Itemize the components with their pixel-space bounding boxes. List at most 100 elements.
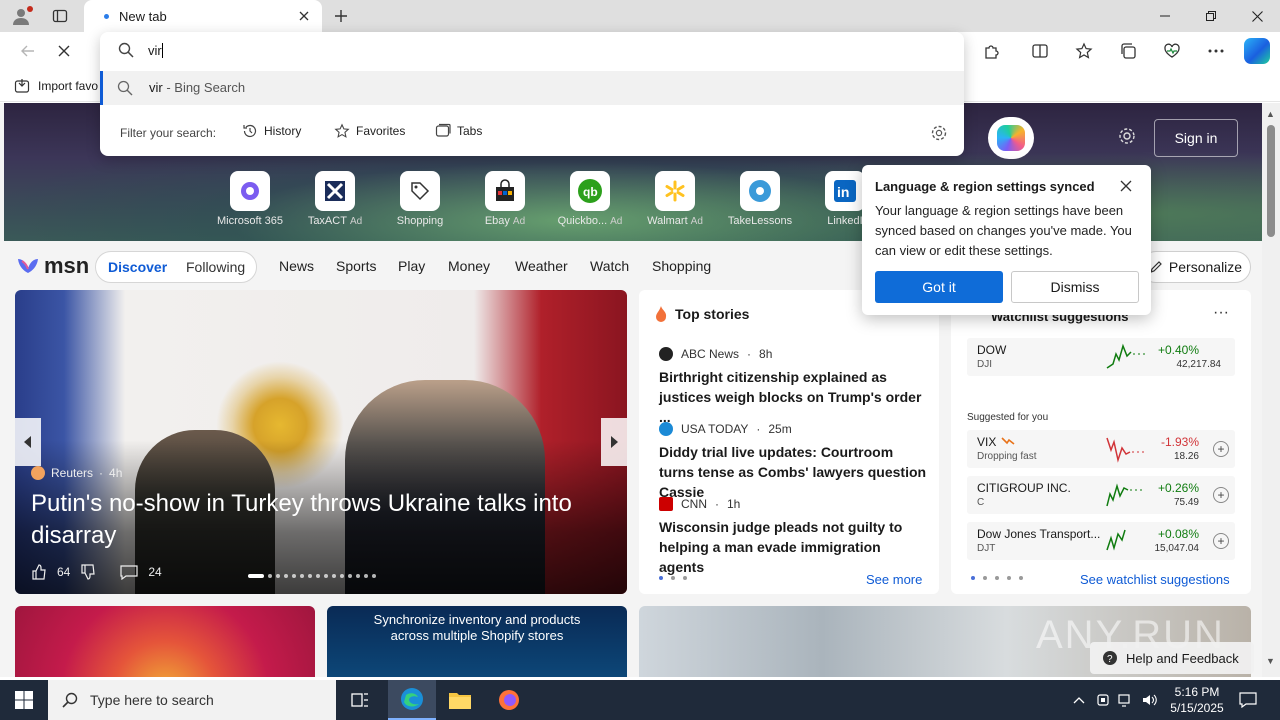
- shortcut-takelessons[interactable]: TakeLessons: [725, 171, 795, 227]
- pagination-dot[interactable]: [300, 574, 304, 578]
- scrollbar-thumb[interactable]: [1267, 125, 1275, 237]
- pagination-dot[interactable]: [372, 574, 376, 578]
- collections-button[interactable]: [1116, 39, 1140, 63]
- filter-favorites[interactable]: Favorites: [334, 123, 405, 139]
- pagination-dot[interactable]: [671, 576, 675, 580]
- pagination-dot[interactable]: [268, 574, 272, 578]
- start-button[interactable]: [0, 680, 48, 720]
- profile-button[interactable]: [8, 4, 34, 28]
- nav-play[interactable]: Play: [398, 258, 425, 274]
- stop-loading-button[interactable]: [52, 39, 76, 63]
- tab-close-button[interactable]: [296, 8, 312, 24]
- scroll-up-arrow-icon[interactable]: ▲: [1266, 109, 1275, 119]
- pagination-dot[interactable]: [983, 576, 987, 580]
- close-window-button[interactable]: [1234, 0, 1280, 32]
- show-hidden-icons-button[interactable]: [1070, 680, 1088, 720]
- see-more-link[interactable]: See more: [866, 572, 922, 587]
- watchlist-row[interactable]: DOW DJI +0.40% 42,217.84: [967, 338, 1235, 376]
- scroll-down-arrow-icon[interactable]: ▼: [1266, 656, 1275, 666]
- help-feedback-button[interactable]: ? Help and Feedback: [1090, 642, 1254, 674]
- watchlist-more-button[interactable]: ···: [1213, 304, 1229, 322]
- add-to-watchlist-button[interactable]: +: [1213, 487, 1229, 503]
- tab-actions-button[interactable]: [48, 5, 72, 27]
- shortcut-taxact[interactable]: TaxACT Ad: [300, 171, 370, 227]
- pagination-dot[interactable]: [364, 574, 368, 578]
- pagination-dot[interactable]: [356, 574, 360, 578]
- nav-weather[interactable]: Weather: [515, 258, 568, 274]
- browser-essentials-button[interactable]: [1160, 39, 1184, 63]
- nav-shopping[interactable]: Shopping: [652, 258, 711, 274]
- split-screen-button[interactable]: [1028, 39, 1052, 63]
- hero-story-card[interactable]: Reuters · 4h Putin's no-show in Turkey t…: [15, 290, 627, 594]
- pagination-dot[interactable]: [292, 574, 296, 578]
- nav-news[interactable]: News: [279, 258, 314, 274]
- comment-icon[interactable]: [120, 564, 138, 580]
- nav-money[interactable]: Money: [448, 258, 490, 274]
- page-scrollbar[interactable]: ▲ ▼: [1262, 103, 1280, 677]
- pagination-dot[interactable]: [316, 574, 320, 578]
- import-favorites-button[interactable]: Import favo: [14, 78, 98, 94]
- story-item[interactable]: ABC News · 8h Birthright citizenship expla…: [659, 347, 929, 427]
- nav-watch[interactable]: Watch: [590, 258, 629, 274]
- restore-button[interactable]: [1188, 0, 1234, 32]
- thumbs-up-icon[interactable]: [31, 564, 47, 580]
- gear-icon[interactable]: [930, 124, 948, 142]
- extensions-button[interactable]: [980, 39, 1004, 63]
- taskbar-search-box[interactable]: Type here to search: [48, 680, 336, 720]
- new-tab-button[interactable]: [330, 5, 352, 27]
- pagination-dot[interactable]: [995, 576, 999, 580]
- taskbar-file-explorer[interactable]: [436, 680, 484, 720]
- watchlist-row[interactable]: CITIGROUP INC. C +0.26% 75.49 +: [967, 476, 1235, 514]
- pagination-dot[interactable]: [276, 574, 280, 578]
- ad-tile-shopify[interactable]: Synchronize inventory and products acros…: [327, 606, 627, 677]
- task-view-button[interactable]: [336, 680, 384, 720]
- taskbar-edge[interactable]: [388, 680, 436, 720]
- tray-network-icon[interactable]: [1116, 680, 1136, 720]
- tray-volume-icon[interactable]: [1140, 680, 1160, 720]
- pagination-dot[interactable]: [683, 576, 687, 580]
- pagination-dot[interactable]: [248, 574, 264, 578]
- favorites-button[interactable]: [1072, 39, 1096, 63]
- got-it-button[interactable]: Got it: [875, 271, 1003, 303]
- tray-device-icon[interactable]: [1094, 680, 1112, 720]
- story-headline[interactable]: Wisconsin judge pleads not guilty to hel…: [659, 517, 929, 577]
- pagination-dot[interactable]: [659, 576, 663, 580]
- pagination-dot[interactable]: [332, 574, 336, 578]
- pagination-dot[interactable]: [324, 574, 328, 578]
- personalize-button[interactable]: Personalize: [1140, 251, 1251, 283]
- hero-prev-button[interactable]: [15, 418, 41, 466]
- shortcut-ebay[interactable]: Ebay Ad: [470, 171, 540, 227]
- taskbar-firefox[interactable]: [485, 680, 533, 720]
- story-item[interactable]: USA TODAY · 25m Diddy trial live updates: …: [659, 422, 929, 502]
- suggestion-bing-search[interactable]: vir - Bing Search: [100, 71, 964, 105]
- dismiss-button[interactable]: Dismiss: [1011, 271, 1139, 303]
- nav-sports[interactable]: Sports: [336, 258, 376, 274]
- pagination-dot[interactable]: [971, 576, 975, 580]
- add-to-watchlist-button[interactable]: +: [1213, 533, 1229, 549]
- filter-history[interactable]: History: [242, 123, 301, 139]
- shortcut-shopping[interactable]: Shopping: [385, 171, 455, 227]
- add-to-watchlist-button[interactable]: +: [1213, 441, 1229, 457]
- story-headline[interactable]: Diddy trial live updates: Courtroom turn…: [659, 442, 929, 502]
- watchlist-row[interactable]: Dow Jones Transport... DJT +0.08% 15,047…: [967, 522, 1235, 560]
- taskbar-clock[interactable]: 5:16 PM 5/15/2025: [1160, 684, 1234, 716]
- pagination-dot[interactable]: [284, 574, 288, 578]
- pagination-dot[interactable]: [1019, 576, 1023, 580]
- thumbs-down-icon[interactable]: [80, 564, 96, 580]
- shortcut-microsoft-365[interactable]: Microsoft 365: [215, 171, 285, 227]
- pagination-dot[interactable]: [308, 574, 312, 578]
- story-item[interactable]: CNN · 1h Wisconsin judge pleads not guilty…: [659, 497, 929, 577]
- hero-next-button[interactable]: [601, 418, 627, 466]
- settings-more-button[interactable]: [1204, 39, 1228, 63]
- story-headline[interactable]: Birthright citizenship explained as just…: [659, 367, 929, 427]
- shortcut-quickbooks[interactable]: qb Quickbo... Ad: [555, 171, 625, 227]
- pagination-dot[interactable]: [348, 574, 352, 578]
- shortcut-walmart[interactable]: Walmart Ad: [640, 171, 710, 227]
- see-watchlist-suggestions-link[interactable]: See watchlist suggestions: [1080, 572, 1230, 587]
- hero-title[interactable]: Putin's no-show in Turkey throws Ukraine…: [31, 488, 611, 552]
- promo-tile[interactable]: [15, 606, 315, 677]
- tab-following[interactable]: Following: [186, 259, 245, 275]
- back-button[interactable]: [16, 39, 40, 63]
- action-center-button[interactable]: [1236, 680, 1260, 720]
- tab-new-tab[interactable]: New tab: [84, 0, 322, 32]
